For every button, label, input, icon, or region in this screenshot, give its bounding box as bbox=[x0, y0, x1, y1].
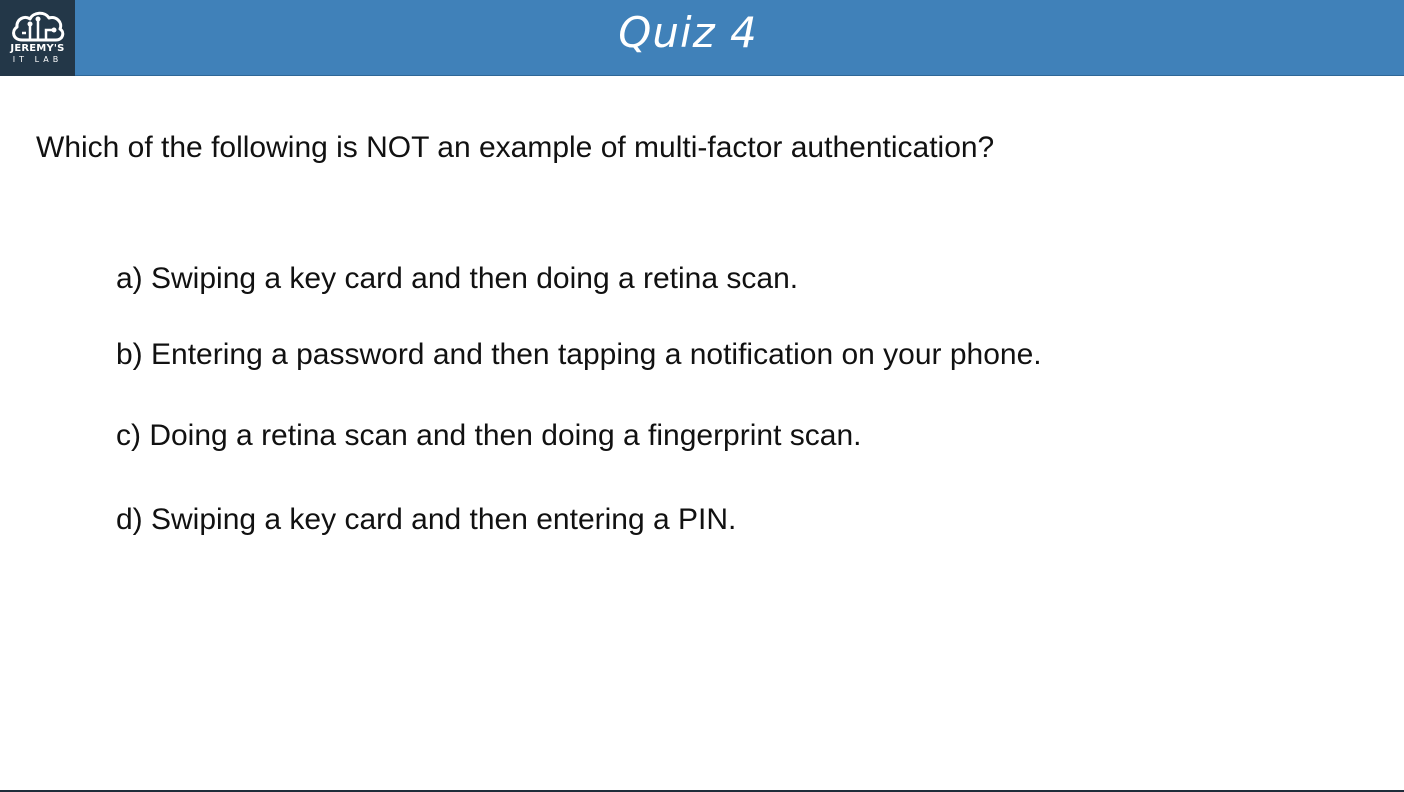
answer-option-b: b) Entering a password and then tapping … bbox=[116, 338, 1042, 371]
answer-option-c: c) Doing a retina scan and then doing a … bbox=[116, 419, 862, 452]
title-banner: JEREMY'S IT LAB Quiz 4 bbox=[0, 0, 1404, 76]
answer-option-d: d) Swiping a key card and then entering … bbox=[116, 503, 737, 536]
quiz-slide: JEREMY'S IT LAB Quiz 4 Which of the foll… bbox=[0, 0, 1404, 792]
slide-title: Quiz 4 bbox=[618, 8, 758, 57]
answer-option-a: a) Swiping a key card and then doing a r… bbox=[116, 262, 799, 295]
question-text: Which of the following is NOT an example… bbox=[36, 131, 995, 164]
